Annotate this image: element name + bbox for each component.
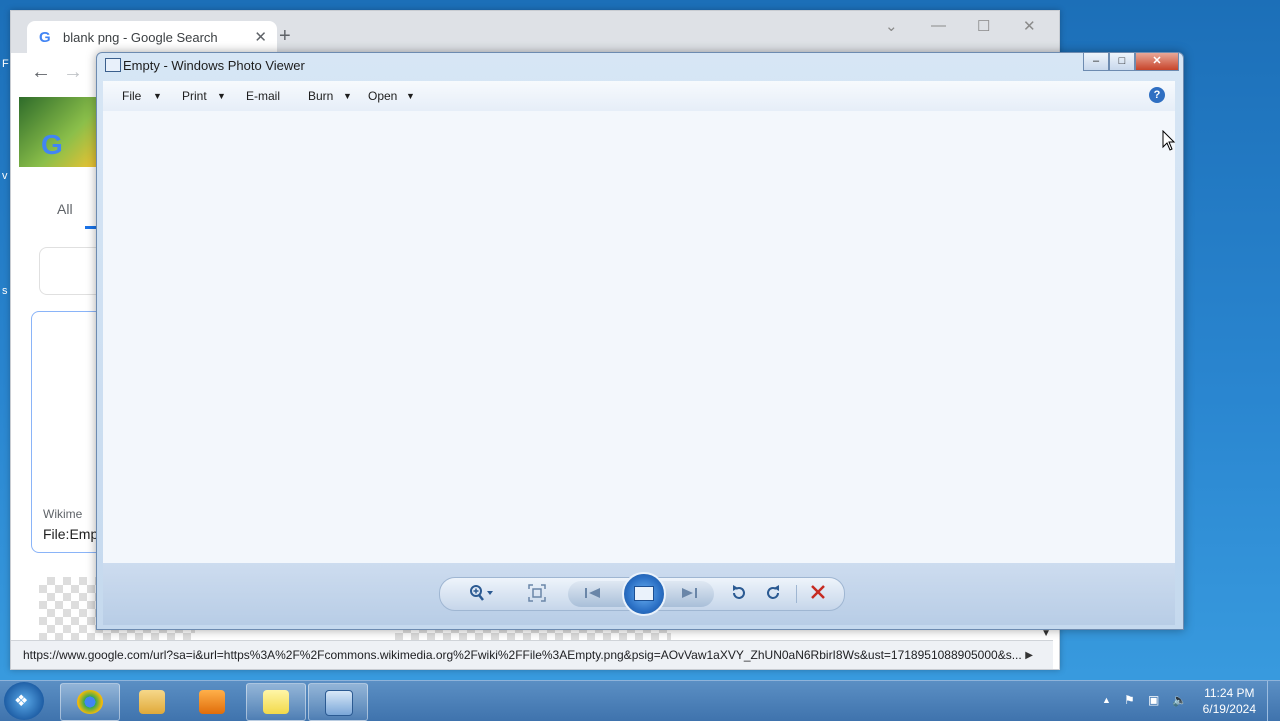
menu-bar: File ▼ Print ▼ E-mail Burn ▼ Open ▼ ? xyxy=(103,81,1175,112)
maximize-button[interactable]: □ xyxy=(1109,53,1135,71)
volume-muted-icon[interactable]: 🔈 xyxy=(1172,693,1187,707)
chrome-icon xyxy=(77,690,103,714)
chrome-tab[interactable]: G blank png - Google Search ✕ xyxy=(27,21,277,53)
image-canvas xyxy=(103,111,1175,563)
back-button[interactable]: ← xyxy=(31,61,51,84)
menu-open[interactable]: Open xyxy=(368,89,397,103)
next-icon[interactable] xyxy=(678,585,700,606)
media-player-icon xyxy=(199,690,225,714)
playback-controls-bar xyxy=(103,563,1175,625)
google-favicon-icon: G xyxy=(39,29,51,46)
chrome-maximize-button[interactable]: ☐ xyxy=(977,17,990,35)
clock-date: 6/19/2024 xyxy=(1202,702,1256,716)
menu-burn[interactable]: Burn xyxy=(308,89,333,103)
slideshow-icon xyxy=(634,586,654,601)
tab-search-chevron-icon[interactable]: ⌄ xyxy=(885,17,898,35)
sticky-notes-icon xyxy=(263,690,289,714)
result-title[interactable]: File:Emp xyxy=(43,526,98,542)
results-tab-all[interactable]: All xyxy=(57,201,73,217)
taskbar: ❖ ▲ ⚑ ▣ 🔈 11:24 PM 6/19/2024 xyxy=(0,680,1280,721)
taskbar-media-player[interactable] xyxy=(182,683,242,721)
taskbar-explorer[interactable] xyxy=(122,683,182,721)
help-icon[interactable]: ? xyxy=(1149,87,1165,103)
tab-close-icon[interactable]: ✕ xyxy=(254,28,267,46)
print-dropdown-caret-icon[interactable]: ▼ xyxy=(217,91,226,101)
open-dropdown-caret-icon[interactable]: ▼ xyxy=(406,91,415,101)
desktop-label-fragment: F xyxy=(2,58,9,70)
burn-dropdown-caret-icon[interactable]: ▼ xyxy=(343,91,352,101)
tab-title: blank png - Google Search xyxy=(63,30,218,45)
taskbar-sticky-notes[interactable] xyxy=(246,683,306,721)
menu-email[interactable]: E-mail xyxy=(246,89,280,103)
system-clock[interactable]: 11:24 PM 6/19/2024 xyxy=(1203,685,1256,717)
desktop-label-fragment: v xyxy=(2,170,8,182)
taskbar-photo-viewer[interactable] xyxy=(308,683,368,721)
photo-viewer-window: Empty - Windows Photo Viewer – □ ✕ File … xyxy=(96,52,1184,630)
new-tab-button[interactable]: + xyxy=(279,25,291,48)
clock-time: 11:24 PM xyxy=(1204,686,1255,700)
start-button[interactable]: ❖ xyxy=(4,682,44,720)
chrome-minimize-button[interactable]: — xyxy=(931,17,946,34)
folder-icon xyxy=(139,690,165,714)
close-button[interactable]: ✕ xyxy=(1135,53,1179,71)
photo-viewer-icon xyxy=(325,690,353,716)
menu-print[interactable]: Print xyxy=(182,89,207,103)
mouse-cursor-icon xyxy=(1162,129,1176,157)
google-logo-fragment: G xyxy=(41,129,63,160)
file-dropdown-caret-icon[interactable]: ▼ xyxy=(153,91,162,101)
rotate-counterclockwise-icon[interactable] xyxy=(730,584,748,607)
previous-icon[interactable] xyxy=(582,585,604,606)
forward-button[interactable]: → xyxy=(63,61,83,84)
show-hidden-icons-icon[interactable]: ▲ xyxy=(1102,695,1111,705)
photo-viewer-titlebar[interactable]: Empty - Windows Photo Viewer xyxy=(97,53,1183,79)
delete-icon[interactable] xyxy=(810,584,826,605)
show-desktop-button[interactable] xyxy=(1267,681,1280,721)
control-pill xyxy=(439,572,845,616)
desktop-label-fragment: s xyxy=(2,285,8,297)
photo-viewer-app-icon xyxy=(105,58,121,72)
taskbar-chrome[interactable] xyxy=(60,683,120,721)
zoom-icon[interactable] xyxy=(468,584,496,607)
actual-size-icon[interactable] xyxy=(528,584,546,607)
chrome-close-button[interactable]: ✕ xyxy=(1023,17,1036,35)
windows-logo-icon: ❖ xyxy=(14,693,29,710)
menu-file[interactable]: File xyxy=(122,89,141,103)
rotate-clockwise-icon[interactable] xyxy=(764,584,782,607)
controls-divider xyxy=(796,585,797,603)
result-source: Wikime xyxy=(43,507,83,521)
scroll-right-arrow-icon[interactable]: ▶ xyxy=(1025,650,1033,661)
network-icon[interactable]: ▣ xyxy=(1148,693,1159,707)
slideshow-button[interactable] xyxy=(622,572,666,616)
action-center-flag-icon[interactable]: ⚑ xyxy=(1124,693,1135,707)
minimize-button[interactable]: – xyxy=(1083,53,1109,71)
window-title: Empty - Windows Photo Viewer xyxy=(123,58,305,73)
status-bar-url: https://www.google.com/url?sa=i&url=http… xyxy=(11,640,1053,669)
